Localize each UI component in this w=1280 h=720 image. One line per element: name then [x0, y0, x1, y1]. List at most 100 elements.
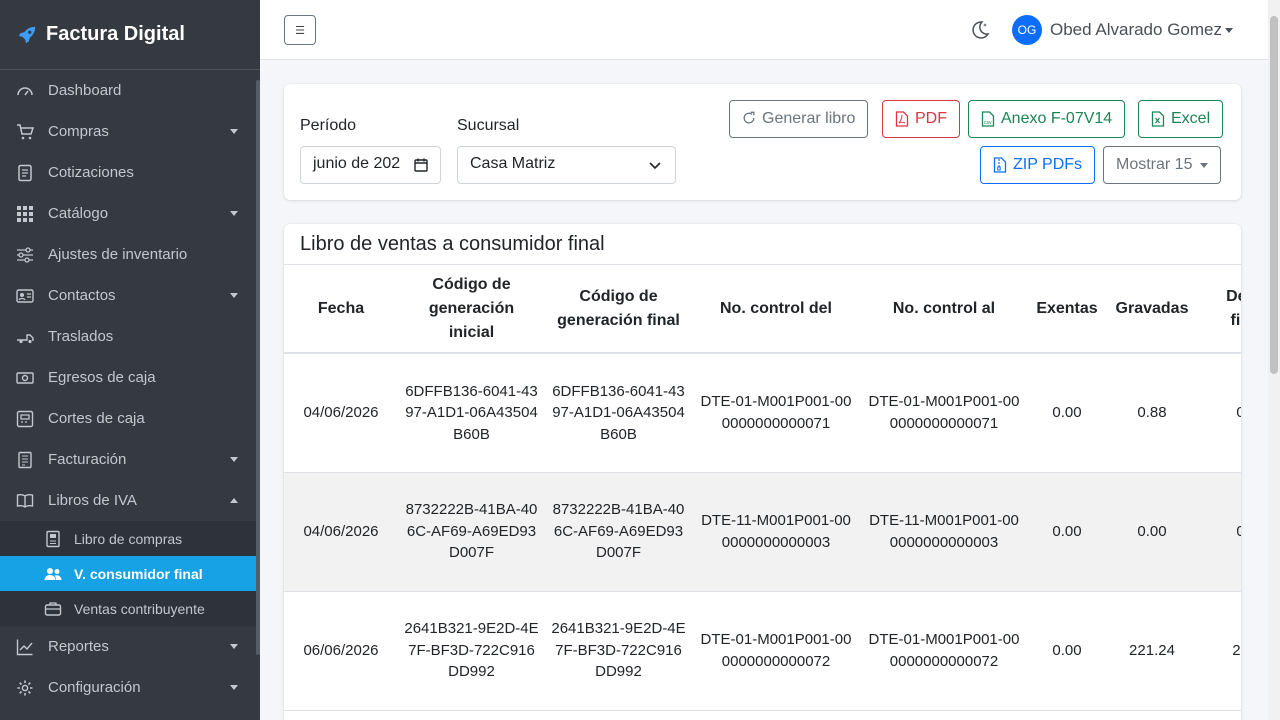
table-cell: 0.00: [1198, 472, 1241, 592]
libros-iva-subnav: Libro de compras V. consumidor final Ven…: [0, 521, 260, 626]
branch-value: Casa Matriz: [470, 155, 556, 172]
sidebar-item-reportes[interactable]: Reportes: [0, 626, 260, 667]
filters-card: Período junio de 202 Sucursal Casa Matri…: [284, 84, 1241, 200]
table-cell: 0.88: [1106, 353, 1198, 473]
sidebar-subitem-ventas-contribuyente[interactable]: Ventas contribuyente: [0, 591, 260, 626]
chart-line-icon: [16, 638, 34, 656]
sidebar: Factura Digital Dashboard Compras Cotiza…: [0, 0, 260, 720]
calendar-icon[interactable]: [414, 158, 428, 172]
table-cell: 0.00: [1028, 472, 1106, 592]
annex-button[interactable]: csv Anexo F-07V14: [968, 100, 1126, 138]
column-header[interactable]: Código de generación final: [545, 265, 692, 354]
column-header[interactable]: No. control del: [692, 265, 860, 354]
table-cell: 0.12: [1198, 353, 1241, 473]
cash-register-icon: [16, 410, 34, 428]
column-header[interactable]: Exentas: [1028, 265, 1106, 354]
table-cell: 0.00: [1028, 353, 1106, 473]
moon-icon[interactable]: [970, 20, 990, 40]
rocket-icon: [18, 26, 36, 43]
table-cell: 04/06/2026: [284, 353, 398, 473]
sidebar-item-catalogo[interactable]: Catálogo: [0, 193, 260, 234]
branch-label: Sucursal: [457, 117, 520, 134]
sidebar-item-label: Libros de IVA: [48, 492, 137, 509]
sidebar-item-traslados[interactable]: Traslados: [0, 316, 260, 357]
table-cell: 0.00: [1106, 472, 1198, 592]
table-cell: 8732222B-41BA-406C-AF69-A69ED93D007F: [545, 472, 692, 592]
column-header[interactable]: Gravadas: [1106, 265, 1198, 354]
sidebar-scrollbar[interactable]: [256, 80, 260, 655]
sidebar-item-label: Contactos: [48, 287, 116, 304]
table-cell: DTE-01-M001P001-000000000000072: [860, 591, 1028, 711]
table-cell: 06/06/2026: [284, 591, 398, 711]
zip-pdfs-label: ZIP PDFs: [1013, 156, 1083, 173]
table-cell: 28.76: [1198, 591, 1241, 711]
table-cell: 221.24: [1106, 591, 1198, 711]
cash-icon: [16, 369, 34, 387]
sidebar-nav: Dashboard Compras Cotizaciones Catálogo …: [0, 70, 260, 521]
file-excel-icon: [1151, 111, 1165, 127]
sales-book-card: Libro de ventas a consumidor final Fecha…: [284, 224, 1241, 720]
sidebar-item-label: Cotizaciones: [48, 164, 134, 181]
excel-button[interactable]: Excel: [1138, 100, 1224, 138]
generate-book-label: Generar libro: [762, 110, 856, 127]
table-row: 04/06/2026 6DFFB136-6041-4397-A1D1-06A43…: [284, 353, 1241, 473]
sidebar-item-ajustes[interactable]: Ajustes de inventario: [0, 234, 260, 275]
menu-toggle-button[interactable]: ☰: [284, 15, 316, 45]
sidebar-item-label: Compras: [48, 123, 109, 140]
sidebar-subitem-consumidor-final[interactable]: V. consumidor final: [0, 556, 256, 591]
annex-label: Anexo F-07V14: [1001, 110, 1113, 127]
sidebar-item-compras[interactable]: Compras: [0, 111, 260, 152]
sidebar-item-label: Cortes de caja: [48, 410, 145, 427]
briefcase-icon: [44, 600, 62, 618]
sidebar-item-label: Egresos de caja: [48, 369, 156, 386]
chevron-down-icon: [649, 162, 661, 170]
branch-select[interactable]: Casa Matriz: [457, 146, 676, 184]
table-cell: 2641B321-9E2D-4E7F-BF3D-722C916DD992: [398, 591, 545, 711]
sidebar-item-label: Dashboard: [48, 82, 122, 99]
user-menu-name[interactable]: Obed Alvarado Gomez: [1050, 20, 1222, 40]
page-size-dropdown[interactable]: Mostrar 15: [1103, 146, 1222, 184]
column-header[interactable]: No. control al: [860, 265, 1028, 354]
hamburger-icon: ☰: [295, 24, 305, 37]
sidebar-item-egresos[interactable]: Egresos de caja: [0, 357, 260, 398]
column-header[interactable]: Código de generación inicial: [398, 265, 545, 354]
file-zip-icon: [993, 157, 1007, 173]
cart-icon: [16, 123, 34, 141]
chevron-down-icon: [1200, 162, 1209, 168]
sidebar-item-facturacion[interactable]: Facturación: [0, 439, 260, 480]
page-scrollbar[interactable]: [1268, 0, 1280, 720]
table-cell: DTE-01-M001P001-000000000000071: [860, 353, 1028, 473]
table-cell: 6DFFB136-6041-4397-A1D1-06A43504B60B: [398, 353, 545, 473]
chevron-down-icon[interactable]: [1225, 28, 1233, 33]
period-month-input[interactable]: junio de 202: [300, 146, 441, 184]
chevron-down-icon: [230, 685, 238, 690]
generate-book-button[interactable]: Generar libro: [729, 100, 869, 138]
refresh-icon: [742, 111, 756, 127]
brand[interactable]: Factura Digital: [0, 0, 260, 70]
sidebar-item-cotizaciones[interactable]: Cotizaciones: [0, 152, 260, 193]
sidebar-item-configuracion[interactable]: Configuración: [0, 667, 260, 708]
sliders-icon: [16, 246, 34, 264]
excel-label: Excel: [1171, 110, 1211, 127]
sidebar-item-libros-iva[interactable]: Libros de IVA: [0, 480, 260, 521]
users-icon: [44, 565, 62, 583]
column-header[interactable]: Débito fiscal: [1198, 265, 1241, 354]
sidebar-item-contactos[interactable]: Contactos: [0, 275, 260, 316]
sidebar-item-dashboard[interactable]: Dashboard: [0, 70, 260, 111]
document-icon: [16, 164, 34, 182]
pdf-button[interactable]: PDF: [882, 100, 960, 138]
dashboard-icon: [16, 82, 34, 100]
avatar[interactable]: OG: [1012, 15, 1042, 45]
column-header[interactable]: Fecha: [284, 265, 398, 354]
table-cell: 04/06/2026: [284, 472, 398, 592]
chevron-down-icon: [230, 293, 238, 298]
zip-pdfs-button[interactable]: ZIP PDFs: [980, 146, 1096, 184]
table-cell: DTE-01-M001P001-000000000000072: [692, 591, 860, 711]
page-scrollbar-thumb[interactable]: [1270, 16, 1278, 374]
sidebar-item-label: Reportes: [48, 638, 109, 655]
invoice-icon: [16, 451, 34, 469]
sidebar-item-cortes[interactable]: Cortes de caja: [0, 398, 260, 439]
topbar: ☰ OG Obed Alvarado Gomez: [260, 0, 1268, 60]
sidebar-subitem-libro-compras[interactable]: Libro de compras: [0, 521, 260, 556]
sidebar-subitem-label: Libro de compras: [74, 530, 183, 547]
